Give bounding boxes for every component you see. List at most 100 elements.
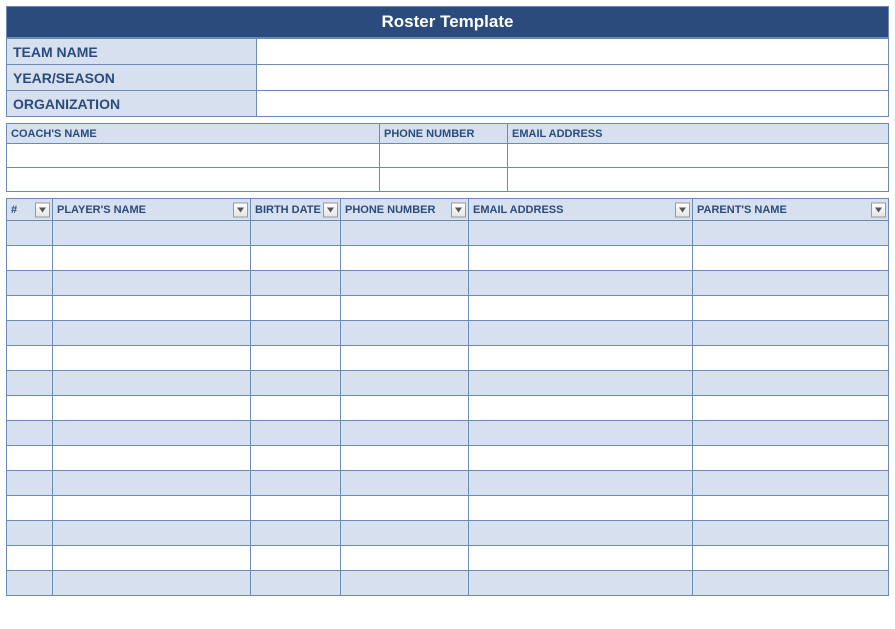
player-cell-name[interactable] bbox=[53, 546, 251, 571]
player-cell-num[interactable] bbox=[7, 271, 53, 296]
player-cell-email[interactable] bbox=[469, 571, 693, 596]
player-cell-phone[interactable] bbox=[341, 346, 469, 371]
player-cell-parent[interactable] bbox=[693, 371, 889, 396]
player-cell-name[interactable] bbox=[53, 496, 251, 521]
player-cell-parent[interactable] bbox=[693, 221, 889, 246]
player-cell-email[interactable] bbox=[469, 546, 693, 571]
player-cell-email[interactable] bbox=[469, 371, 693, 396]
player-cell-email[interactable] bbox=[469, 421, 693, 446]
player-cell-phone[interactable] bbox=[341, 246, 469, 271]
player-cell-parent[interactable] bbox=[693, 496, 889, 521]
player-cell-birth[interactable] bbox=[251, 296, 341, 321]
player-cell-name[interactable] bbox=[53, 571, 251, 596]
player-cell-parent[interactable] bbox=[693, 346, 889, 371]
player-cell-num[interactable] bbox=[7, 221, 53, 246]
player-cell-email[interactable] bbox=[469, 521, 693, 546]
player-cell-phone[interactable] bbox=[341, 396, 469, 421]
player-parent-header[interactable]: PARENT'S NAME bbox=[693, 199, 889, 221]
player-cell-phone[interactable] bbox=[341, 571, 469, 596]
player-cell-birth[interactable] bbox=[251, 446, 341, 471]
player-cell-parent[interactable] bbox=[693, 521, 889, 546]
coach-cell-phone[interactable] bbox=[380, 144, 508, 168]
player-cell-phone[interactable] bbox=[341, 421, 469, 446]
player-cell-num[interactable] bbox=[7, 421, 53, 446]
player-cell-birth[interactable] bbox=[251, 371, 341, 396]
player-cell-name[interactable] bbox=[53, 271, 251, 296]
player-cell-parent[interactable] bbox=[693, 271, 889, 296]
player-cell-num[interactable] bbox=[7, 546, 53, 571]
player-cell-email[interactable] bbox=[469, 246, 693, 271]
player-cell-name[interactable] bbox=[53, 246, 251, 271]
player-cell-phone[interactable] bbox=[341, 446, 469, 471]
player-cell-birth[interactable] bbox=[251, 346, 341, 371]
player-cell-email[interactable] bbox=[469, 221, 693, 246]
player-cell-name[interactable] bbox=[53, 421, 251, 446]
player-cell-email[interactable] bbox=[469, 496, 693, 521]
player-cell-name[interactable] bbox=[53, 371, 251, 396]
player-cell-birth[interactable] bbox=[251, 221, 341, 246]
player-cell-num[interactable] bbox=[7, 246, 53, 271]
player-cell-phone[interactable] bbox=[341, 321, 469, 346]
player-cell-parent[interactable] bbox=[693, 246, 889, 271]
player-cell-num[interactable] bbox=[7, 521, 53, 546]
player-phone-header[interactable]: PHONE NUMBER bbox=[341, 199, 469, 221]
player-cell-parent[interactable] bbox=[693, 571, 889, 596]
filter-button[interactable] bbox=[323, 202, 338, 217]
player-cell-num[interactable] bbox=[7, 346, 53, 371]
player-cell-phone[interactable] bbox=[341, 521, 469, 546]
player-cell-name[interactable] bbox=[53, 321, 251, 346]
player-cell-birth[interactable] bbox=[251, 246, 341, 271]
player-cell-birth[interactable] bbox=[251, 271, 341, 296]
player-cell-phone[interactable] bbox=[341, 221, 469, 246]
organization-value[interactable] bbox=[257, 91, 889, 117]
player-cell-num[interactable] bbox=[7, 571, 53, 596]
coach-cell-name[interactable] bbox=[7, 168, 380, 192]
player-cell-parent[interactable] bbox=[693, 321, 889, 346]
player-cell-parent[interactable] bbox=[693, 471, 889, 496]
player-num-header[interactable]: # bbox=[7, 199, 53, 221]
player-email-header[interactable]: EMAIL ADDRESS bbox=[469, 199, 693, 221]
player-cell-parent[interactable] bbox=[693, 546, 889, 571]
player-cell-email[interactable] bbox=[469, 446, 693, 471]
filter-button[interactable] bbox=[871, 202, 886, 217]
coach-cell-name[interactable] bbox=[7, 144, 380, 168]
player-cell-phone[interactable] bbox=[341, 496, 469, 521]
player-cell-phone[interactable] bbox=[341, 371, 469, 396]
player-cell-birth[interactable] bbox=[251, 546, 341, 571]
player-cell-birth[interactable] bbox=[251, 421, 341, 446]
player-cell-birth[interactable] bbox=[251, 521, 341, 546]
player-cell-name[interactable] bbox=[53, 346, 251, 371]
player-cell-num[interactable] bbox=[7, 371, 53, 396]
filter-button[interactable] bbox=[35, 202, 50, 217]
player-cell-birth[interactable] bbox=[251, 571, 341, 596]
year-season-value[interactable] bbox=[257, 65, 889, 91]
coach-cell-email[interactable] bbox=[508, 168, 889, 192]
player-cell-name[interactable] bbox=[53, 446, 251, 471]
player-cell-num[interactable] bbox=[7, 471, 53, 496]
player-birth-header[interactable]: BIRTH DATE bbox=[251, 199, 341, 221]
player-cell-name[interactable] bbox=[53, 471, 251, 496]
player-cell-num[interactable] bbox=[7, 446, 53, 471]
player-cell-num[interactable] bbox=[7, 296, 53, 321]
player-cell-email[interactable] bbox=[469, 321, 693, 346]
player-cell-parent[interactable] bbox=[693, 446, 889, 471]
filter-button[interactable] bbox=[451, 202, 466, 217]
player-cell-phone[interactable] bbox=[341, 296, 469, 321]
player-cell-email[interactable] bbox=[469, 396, 693, 421]
team-name-value[interactable] bbox=[257, 39, 889, 65]
player-cell-parent[interactable] bbox=[693, 421, 889, 446]
filter-button[interactable] bbox=[233, 202, 248, 217]
player-cell-num[interactable] bbox=[7, 496, 53, 521]
player-cell-birth[interactable] bbox=[251, 471, 341, 496]
coach-cell-email[interactable] bbox=[508, 144, 889, 168]
player-cell-birth[interactable] bbox=[251, 396, 341, 421]
player-cell-num[interactable] bbox=[7, 396, 53, 421]
player-cell-email[interactable] bbox=[469, 471, 693, 496]
player-cell-email[interactable] bbox=[469, 271, 693, 296]
coach-cell-phone[interactable] bbox=[380, 168, 508, 192]
player-cell-name[interactable] bbox=[53, 221, 251, 246]
player-cell-name[interactable] bbox=[53, 296, 251, 321]
player-cell-phone[interactable] bbox=[341, 271, 469, 296]
player-cell-phone[interactable] bbox=[341, 546, 469, 571]
player-cell-email[interactable] bbox=[469, 346, 693, 371]
